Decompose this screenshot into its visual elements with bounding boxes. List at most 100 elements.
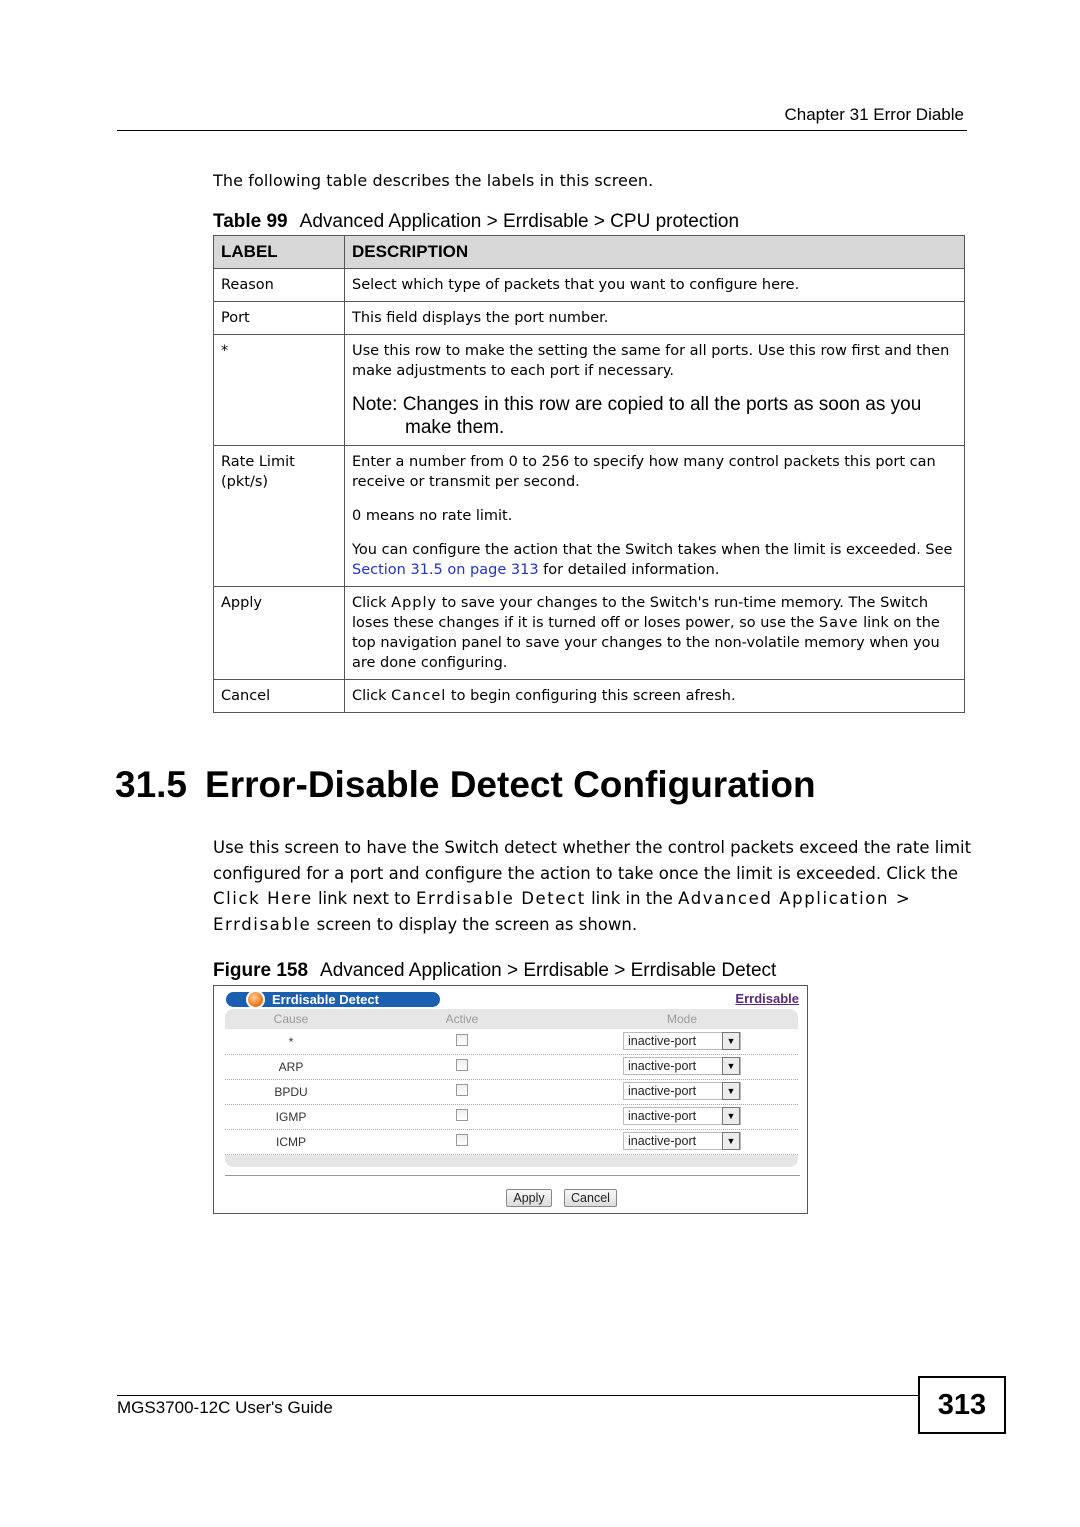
mode-select[interactable]: inactive-port ▼ xyxy=(623,1132,741,1150)
text-segment: You can configure the action that the Sw… xyxy=(352,542,953,558)
row-description-text-3: You can configure the action that the Sw… xyxy=(352,540,957,580)
row-label: Rate Limit (pkt/s) xyxy=(213,445,345,587)
dropdown-arrow-icon[interactable]: ▼ xyxy=(722,1107,740,1125)
body-paragraph: Use this screen to have the Switch detec… xyxy=(213,835,973,937)
active-checkbox[interactable] xyxy=(456,1034,468,1046)
errdisable-grid: Cause Active Mode * inactive-port ▼ ARP i… xyxy=(225,1009,798,1167)
active-checkbox[interactable] xyxy=(456,1134,468,1146)
row-description: Click Cancel to begin configuring this s… xyxy=(344,679,965,713)
table-caption-title: Advanced Application > Errdisable > CPU … xyxy=(299,211,740,232)
mode-value: inactive-port xyxy=(628,1084,697,1098)
column-header-cause: Cause xyxy=(273,1012,309,1026)
table-caption: Table 99 Advanced Application > Errdisabl… xyxy=(213,211,739,233)
cause-label: IGMP xyxy=(275,1110,307,1124)
section-link[interactable]: Section 31.5 on page 313 xyxy=(352,562,539,578)
keyword-save: Save xyxy=(818,615,859,631)
section-heading: 31.5 Error-Disable Detect Configuration xyxy=(115,764,816,806)
mode-select[interactable]: inactive-port ▼ xyxy=(623,1057,741,1075)
label-description-table: LABEL DESCRIPTION Reason Select which ty… xyxy=(213,235,965,713)
footer-guide-title: MGS3700-12C User's Guide xyxy=(117,1398,333,1417)
column-header-label: LABEL xyxy=(213,235,345,269)
row-description: Use this row to make the setting the sam… xyxy=(344,334,965,446)
table-row: Cancel Click Cancel to begin configuring… xyxy=(213,679,965,713)
intro-text: The following table describes the labels… xyxy=(213,171,654,190)
table-row: Rate Limit (pkt/s) Enter a number from 0… xyxy=(213,445,965,587)
table-caption-number: Table 99 xyxy=(213,211,288,232)
apply-button[interactable]: Apply xyxy=(506,1189,552,1207)
grid-header: Cause Active Mode xyxy=(225,1009,798,1027)
header-divider xyxy=(117,130,967,131)
cause-label: ICMP xyxy=(276,1135,306,1149)
mode-select[interactable]: inactive-port ▼ xyxy=(623,1107,741,1125)
row-description-text: Enter a number from 0 to 256 to specify … xyxy=(352,454,936,490)
mode-select[interactable]: inactive-port ▼ xyxy=(623,1032,741,1050)
mode-value: inactive-port xyxy=(628,1109,697,1123)
table-row: Port This field displays the port number… xyxy=(213,301,965,335)
row-description-text: Use this row to make the setting the sam… xyxy=(352,343,950,379)
figure-caption-title: Advanced Application > Errdisable > Errd… xyxy=(320,960,777,981)
errdisable-link[interactable]: Errdisable xyxy=(735,991,799,1006)
mode-value: inactive-port xyxy=(628,1034,697,1048)
table-row: Reason Select which type of packets that… xyxy=(213,268,965,302)
active-checkbox[interactable] xyxy=(456,1109,468,1121)
text-segment: to begin configuring this screen afresh. xyxy=(446,688,736,704)
row-description: Select which type of packets that you wa… xyxy=(344,268,965,302)
dropdown-arrow-icon[interactable]: ▼ xyxy=(722,1057,740,1075)
figure-caption: Figure 158 Advanced Application > Errdisa… xyxy=(213,960,776,982)
footer-divider xyxy=(117,1395,919,1396)
button-separator xyxy=(225,1175,800,1176)
keyword-errdisable-detect: Errdisable Detect xyxy=(415,889,586,908)
text-segment: screen to display the screen as shown. xyxy=(311,914,638,934)
keyword-click-here: Click Here xyxy=(213,889,313,908)
keyword-apply: Apply xyxy=(391,595,438,611)
section-title: Error-Disable Detect Configuration xyxy=(205,764,816,805)
active-checkbox[interactable] xyxy=(456,1059,468,1071)
row-description: This field displays the port number. xyxy=(344,301,965,335)
text-segment: Click xyxy=(352,688,392,704)
text-segment: for detailed information. xyxy=(538,562,720,578)
table-row: Apply Click Apply to save your changes t… xyxy=(213,586,965,680)
cause-row: * inactive-port ▼ xyxy=(225,1029,798,1055)
cause-row: IGMP inactive-port ▼ xyxy=(225,1104,798,1130)
cause-row: BPDU inactive-port ▼ xyxy=(225,1079,798,1105)
column-header-active: Active xyxy=(445,1012,479,1026)
mode-select[interactable]: inactive-port ▼ xyxy=(623,1082,741,1100)
row-description-text-2: 0 means no rate limit. xyxy=(352,508,513,524)
cause-row: ICMP inactive-port ▼ xyxy=(225,1129,798,1155)
table-row: * Use this row to make the setting the s… xyxy=(213,334,965,446)
cause-label: BPDU xyxy=(274,1085,308,1099)
orange-bullet-icon xyxy=(246,990,265,1009)
panel-title-bar: Errdisable Detect xyxy=(226,990,440,1009)
dropdown-arrow-icon[interactable]: ▼ xyxy=(722,1032,740,1050)
grid-body: * inactive-port ▼ ARP inactive-port ▼ BPDU… xyxy=(225,1029,798,1155)
row-label: * xyxy=(213,334,345,446)
table-header-row: LABEL DESCRIPTION xyxy=(213,235,965,269)
dropdown-arrow-icon[interactable]: ▼ xyxy=(722,1132,740,1150)
column-header-mode: Mode xyxy=(666,1012,698,1026)
text-segment: link in the xyxy=(585,889,679,908)
column-header-description: DESCRIPTION xyxy=(344,235,965,269)
dropdown-arrow-icon[interactable]: ▼ xyxy=(722,1082,740,1100)
panel-title: Errdisable Detect xyxy=(272,992,379,1007)
mode-value: inactive-port xyxy=(628,1059,697,1073)
text-segment: Use this screen to have the Switch detec… xyxy=(213,838,972,883)
keyword-cancel: Cancel xyxy=(391,688,447,704)
text-segment: Click xyxy=(352,595,392,611)
errdisable-detect-screenshot: Errdisable Detect Errdisable Cause Activ… xyxy=(213,985,808,1214)
cause-label: ARP xyxy=(278,1060,304,1074)
cause-label: * xyxy=(288,1035,294,1049)
cause-row: ARP inactive-port ▼ xyxy=(225,1054,798,1080)
row-label: Cancel xyxy=(213,679,345,713)
row-label: Reason xyxy=(213,268,345,302)
active-checkbox[interactable] xyxy=(456,1084,468,1096)
section-number: 31.5 xyxy=(115,764,188,805)
page-number: 313 xyxy=(918,1376,1006,1434)
row-description: Enter a number from 0 to 256 to specify … xyxy=(344,445,965,587)
cancel-button[interactable]: Cancel xyxy=(564,1189,617,1207)
mode-value: inactive-port xyxy=(628,1134,697,1148)
row-label: Port xyxy=(213,301,345,335)
text-segment: link next to xyxy=(312,889,416,908)
row-label: Apply xyxy=(213,586,345,680)
note-text: Note: Changes in this row are copied to … xyxy=(352,394,922,438)
figure-caption-number: Figure 158 xyxy=(213,960,309,981)
